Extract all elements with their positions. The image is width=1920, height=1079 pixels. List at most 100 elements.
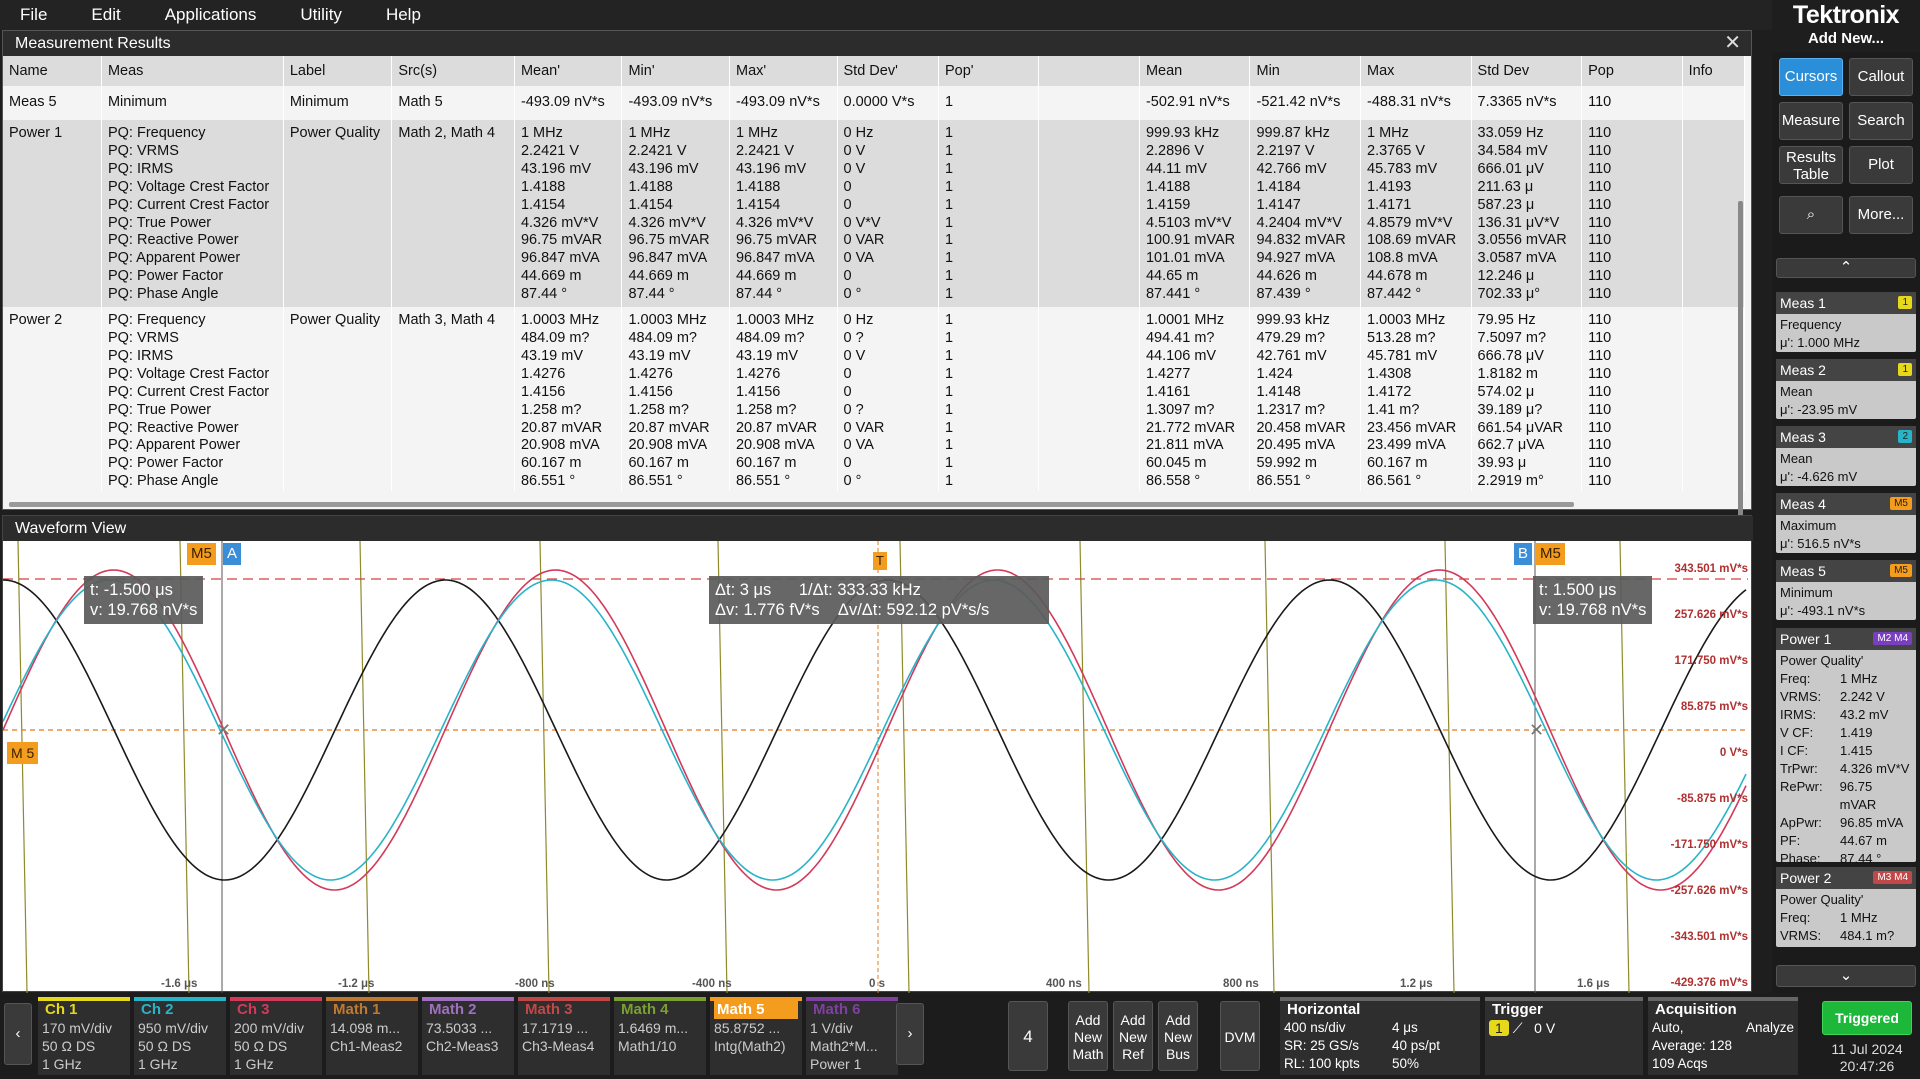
col-header[interactable]: Src(s) (391, 56, 515, 86)
cell: 1.0003 MHz 513.28 m? 45.781 mV 1.4308 1.… (1360, 307, 1472, 492)
cursor-b-value: v: 19.768 nV*s (1539, 601, 1647, 619)
table-row[interactable]: Power 2 PQ: Frequency PQ: VRMS PQ: IRMS … (3, 307, 1746, 492)
cursors-button[interactable]: Cursors (1779, 58, 1843, 96)
col-header[interactable]: Mean' (514, 56, 623, 86)
horizontal-scrollbar[interactable] (9, 502, 1574, 507)
col-header[interactable]: Pop' (938, 56, 1040, 86)
meas-badge-3[interactable]: Meas 3 2 Mean μ': -4.626 mV (1776, 426, 1916, 486)
power1-badge[interactable]: Power 1 M2 M4 Power Quality' Freq: 1 MHz VR… (1776, 628, 1916, 866)
dvm-button[interactable]: DVM (1220, 1001, 1260, 1071)
waveform-count[interactable]: 4 (1008, 1001, 1048, 1071)
waveform-view[interactable]: Waveform View ✕ ✕ M5 A B M5 M 5 T t: -1.5… (2, 515, 1753, 993)
power-value: 1 MHz (1840, 671, 1878, 686)
trigger-position-marker[interactable]: T (873, 552, 887, 570)
col-header[interactable]: Info (1682, 56, 1746, 86)
x-tick-label: 400 ns (1046, 978, 1082, 990)
power-row: Freq: 1 MHz (1780, 670, 1912, 688)
cell: Minimum (101, 86, 284, 120)
channel-button-6[interactable]: Math 3 17.1719 ... Ch3-Meas4 (518, 997, 610, 1075)
scroll-down-icon[interactable]: ⌄ (1776, 965, 1916, 987)
triggered-status[interactable]: Triggered (1822, 1001, 1912, 1035)
power-key: Phase: (1780, 851, 1821, 866)
meas-source-tag: M5 (1890, 564, 1912, 577)
meas-title: Meas 2 1 (1776, 359, 1916, 381)
cursor-b-readout: t: 1.500 μs v: 19.768 nV*s (1533, 576, 1653, 624)
table-row[interactable]: Meas 5 Minimum Minimum Math 5 -493.09 nV… (3, 86, 1746, 120)
math5-ground-marker[interactable]: M 5 (7, 742, 39, 764)
acquisition-settings[interactable]: Acquisition Auto, Analyze Average: 128 10… (1648, 997, 1798, 1075)
col-header[interactable]: Min' (621, 56, 730, 86)
channel-detail: Ch2-Meas3 (426, 1038, 499, 1054)
power-value: 43.19 mV (1840, 945, 1896, 947)
col-header[interactable]: Label (283, 56, 393, 86)
scroll-right-icon[interactable]: › (896, 1003, 924, 1065)
acquisition-analyze: Analyze (1745, 1020, 1794, 1035)
results-table: Name Meas Label Src(s) Mean' Min' Max' S… (3, 56, 1746, 492)
col-header[interactable]: Name (3, 56, 102, 86)
channel-button-7[interactable]: Math 4 1.6469 m... Math1/10 (614, 997, 706, 1075)
channel-detail: Ch3-Meas4 (522, 1038, 595, 1054)
channel-scale: 1 V/div (810, 1020, 853, 1036)
add-new-math-button[interactable]: Add New Math (1068, 1001, 1108, 1071)
power-row: I CF: 1.415 (1780, 742, 1912, 760)
close-icon[interactable]: ✕ (1724, 31, 1741, 56)
channel-button-2[interactable]: Ch 2 950 mV/div 50 Ω DS 1 GHz (134, 997, 226, 1075)
horizontal-settings[interactable]: Horizontal 400 ns/div 4 μs SR: 25 GS/s 40 … (1280, 997, 1480, 1075)
col-header[interactable]: Mean (1139, 56, 1251, 86)
col-header[interactable]: Min (1249, 56, 1362, 86)
scroll-left-icon[interactable]: ‹ (4, 1003, 32, 1065)
cell: 1 MHz 2.3765 V 45.783 mV 1.4193 1.4171 4… (1360, 120, 1472, 308)
col-header[interactable]: Pop (1581, 56, 1683, 86)
channel-button-1[interactable]: Ch 1 170 mV/div 50 Ω DS 1 GHz (38, 997, 130, 1075)
table-row[interactable]: Power 1 PQ: Frequency PQ: VRMS PQ: IRMS … (3, 120, 1746, 308)
menu-utility[interactable]: Utility (300, 5, 342, 25)
results-table-button[interactable]: Results Table (1779, 146, 1843, 184)
col-header[interactable]: Max' (729, 56, 838, 86)
col-header[interactable]: Std Dev (1471, 56, 1583, 86)
cursor-a-badge[interactable]: A (223, 543, 242, 565)
col-header[interactable]: Std Dev' (837, 56, 939, 86)
horizontal-duration: 4 μs (1392, 1020, 1418, 1035)
channel-button-5[interactable]: Math 2 73.5033 ... Ch2-Meas3 (422, 997, 514, 1075)
meas-badge-2[interactable]: Meas 2 1 Mean μ': -23.95 mV (1776, 359, 1916, 419)
measure-button[interactable]: Measure (1779, 102, 1843, 140)
col-header[interactable]: Max (1360, 56, 1472, 86)
channel-button-4[interactable]: Math 1 14.098 m... Ch1-Meas2 (326, 997, 418, 1075)
cell: 1.0001 MHz 494.41 m? 44.106 mV 1.4277 1.… (1139, 307, 1251, 492)
vertical-scrollbar[interactable] (1738, 201, 1743, 523)
meas-name: Meas 1 (1780, 295, 1826, 311)
power2-badge[interactable]: Power 2 M3 M4 Power Quality' Freq: 1 MHz VR… (1776, 867, 1916, 947)
callout-button[interactable]: Callout (1849, 58, 1913, 96)
zoom-icon[interactable]: ⌕ (1779, 196, 1843, 234)
meas-badge-4[interactable]: Meas 4 M5 Maximum μ': 516.5 nV*s (1776, 493, 1916, 553)
add-new-ref-button[interactable]: Add New Ref (1113, 1001, 1153, 1071)
meas-badge-5[interactable]: Meas 5 M5 Minimum μ': -493.1 nV*s (1776, 560, 1916, 620)
trigger-source-badge: 1 (1489, 1020, 1509, 1036)
menu-help[interactable]: Help (386, 5, 421, 25)
add-new-bus-button[interactable]: Add New Bus (1158, 1001, 1198, 1071)
cell: Power 2 (3, 307, 102, 492)
channel-button-8[interactable]: Math 5 85.8752 ... Intg(Math2) (710, 997, 802, 1075)
plot-button[interactable]: Plot (1849, 146, 1913, 184)
channel-button-3[interactable]: Ch 3 200 mV/div 50 Ω DS 1 GHz (230, 997, 322, 1075)
cell (1682, 86, 1746, 120)
power-value: 1 MHz (1840, 910, 1878, 925)
more-button[interactable]: More... (1849, 196, 1913, 234)
x-tick-label: -1.2 μs (338, 978, 375, 990)
y-tick-label: 257.626 mV*s (1674, 609, 1748, 621)
cursor-b-badge[interactable]: B (1514, 543, 1533, 565)
scroll-up-icon[interactable]: ⌃ (1776, 258, 1916, 278)
col-header[interactable]: Meas (101, 56, 284, 86)
search-button[interactable]: Search (1849, 102, 1913, 140)
power1-title: Power 1 M2 M4 (1776, 628, 1916, 650)
x-tick-label: 1.2 μs (1400, 978, 1433, 990)
trigger-settings[interactable]: Trigger 1 ⟋ 0 V (1485, 997, 1643, 1075)
menu-edit[interactable]: Edit (91, 5, 120, 25)
menu-file[interactable]: File (20, 5, 47, 25)
menu-applications[interactable]: Applications (165, 5, 257, 25)
channel-button-9[interactable]: Math 6 1 V/div Math2*M... Power 1 (806, 997, 898, 1075)
meas-badge-1[interactable]: Meas 1 1 Frequency μ': 1.000 MHz (1776, 292, 1916, 352)
power-key: I CF: (1780, 743, 1809, 758)
inverse-delta-time: 1/Δt: 333.33 kHz (798, 581, 921, 599)
cell: 1.0003 MHz 484.09 m? 43.19 mV 1.4276 1.4… (729, 307, 838, 492)
